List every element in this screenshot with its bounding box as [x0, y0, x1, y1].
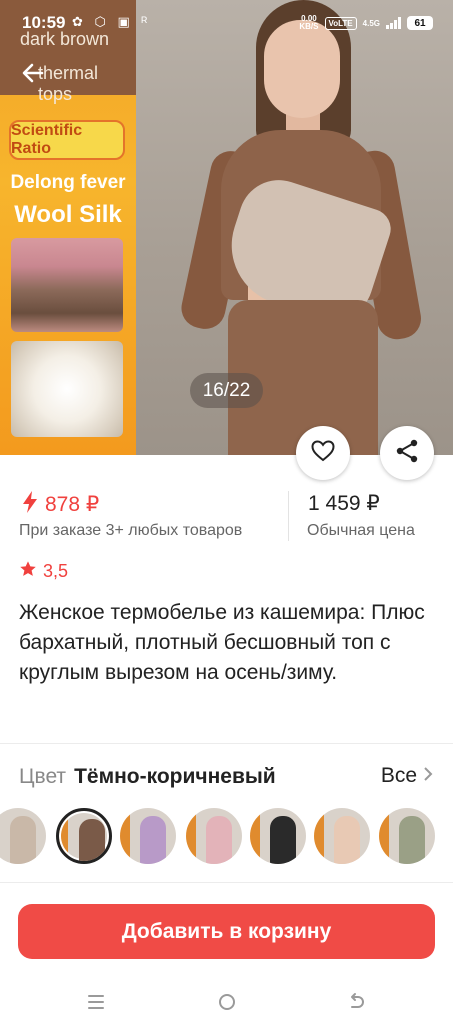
- heart-icon: [310, 439, 336, 468]
- lightning-icon: [21, 490, 39, 519]
- product-rating[interactable]: 3,5: [19, 560, 68, 583]
- status-bar: 10:59 ✿ ⬡ ▣ ᴿ 0.00 KB/S VoLTE 4.5G 61: [0, 0, 453, 46]
- model-photo: [136, 0, 453, 455]
- color-swatch-list: [0, 805, 453, 867]
- price-divider: [288, 491, 289, 541]
- product-title: Женское термобелье из кашемира: Плюс бар…: [19, 601, 425, 684]
- home-icon[interactable]: [215, 990, 239, 1014]
- chevron-right-icon: [423, 764, 433, 788]
- swatch-figure: [206, 816, 232, 864]
- battery-icon: 61: [407, 16, 433, 30]
- divider: [0, 743, 453, 744]
- volte-icon: VoLTE: [324, 16, 357, 30]
- color-swatch-black[interactable]: [250, 808, 306, 864]
- promo-price-value: 878 ₽: [45, 493, 100, 516]
- share-icon: [394, 438, 420, 469]
- rating-value: 3,5: [43, 561, 69, 581]
- product-image-gallery[interactable]: dark brown thermal tops Scientific Ratio…: [0, 0, 453, 455]
- menu-icon[interactable]: [84, 990, 108, 1014]
- system-nav-bar: [0, 980, 453, 1024]
- color-swatch-beige[interactable]: [314, 808, 370, 864]
- promo-price: 878 ₽: [21, 490, 99, 519]
- color-swatch-light-gray[interactable]: [0, 808, 46, 864]
- color-label: Цвет: [19, 765, 67, 788]
- selected-color-name: Тёмно-коричневый: [74, 765, 276, 788]
- swatch-figure: [10, 816, 36, 864]
- swatch-figure: [140, 816, 166, 864]
- all-colors-link[interactable]: Все: [381, 764, 433, 788]
- add-to-cart-button[interactable]: Добавить в корзину: [18, 904, 435, 959]
- regular-price-value: 1 459 ₽: [308, 492, 380, 515]
- color-swatch-green-gray[interactable]: [379, 808, 435, 864]
- image-counter: 16/22: [190, 373, 263, 408]
- favorite-button[interactable]: [296, 426, 350, 480]
- promo-product-name: thermal tops: [38, 63, 99, 104]
- star-icon: [19, 560, 37, 583]
- all-colors-label: Все: [380, 764, 417, 787]
- swatch-figure: [270, 816, 296, 864]
- regular-price-note: Обычная цена: [307, 522, 415, 539]
- promo-badge: Scientific Ratio: [9, 120, 125, 160]
- signal-icon: [386, 17, 401, 29]
- network-type: 4.5G: [362, 18, 380, 28]
- status-notification-icons: ✿ ⬡ ▣ ᴿ: [72, 14, 152, 29]
- promo-line-2: Wool Silk: [14, 201, 122, 228]
- swatch-figure: [79, 819, 105, 861]
- promo-line-1: Delong fever: [10, 172, 126, 193]
- swatch-figure: [334, 816, 360, 864]
- status-time: 10:59: [22, 13, 66, 32]
- wool-sample-image: [11, 341, 123, 437]
- swatch-figure: [399, 816, 425, 864]
- back-icon[interactable]: [345, 990, 369, 1014]
- color-swatch-pink[interactable]: [186, 808, 242, 864]
- promo-price-note: При заказе 3+ любых товаров: [19, 522, 243, 539]
- net-speed: 0.00 KB/S: [299, 14, 319, 31]
- color-selector-header: Цвет Тёмно-коричневый Все: [19, 763, 433, 791]
- color-swatch-lavender[interactable]: [120, 808, 176, 864]
- fabric-sample-image: [11, 238, 123, 332]
- back-arrow-icon[interactable]: [20, 60, 46, 86]
- share-button[interactable]: [380, 426, 434, 480]
- divider: [0, 882, 453, 883]
- color-swatch-dark-brown[interactable]: [56, 808, 112, 864]
